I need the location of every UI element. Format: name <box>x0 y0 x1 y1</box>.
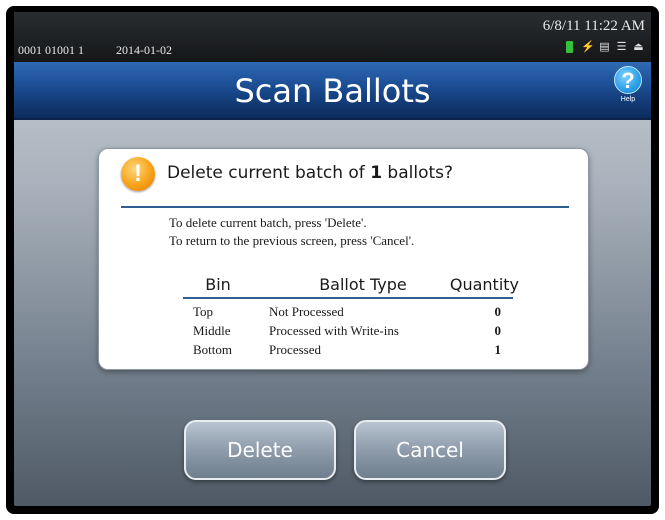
cell-quantity: 0 <box>494 323 502 338</box>
screen: 0001 01001 1 2014-01-02 6/8/11 11:22 AM … <box>14 12 651 506</box>
header-ballot-type: Ballot Type <box>319 275 407 294</box>
network-icon: ☰ <box>616 41 627 53</box>
dialog-title-count: 1 <box>370 163 383 183</box>
header-quantity: Quantity <box>449 275 519 294</box>
battery-icon <box>566 41 573 53</box>
document-icon: ▤ <box>599 41 610 53</box>
help-button[interactable]: ? Help <box>613 66 643 116</box>
table-header-divider <box>183 297 513 299</box>
cell-bin: Bottom <box>193 342 233 357</box>
help-icon[interactable]: ? <box>614 66 642 94</box>
lock-icon: ⏏ <box>633 41 644 53</box>
help-label: Help <box>620 96 636 103</box>
machine-id: 0001 01001 1 <box>18 43 84 57</box>
status-icons: ⚡ ▤ ☰ ⏏ <box>566 41 645 54</box>
title-bar: Scan Ballots ? Help <box>14 62 651 120</box>
device-frame: 0001 01001 1 2014-01-02 6/8/11 11:22 AM … <box>6 6 659 514</box>
cell-ballot-type: Processed <box>269 342 321 357</box>
cancel-button[interactable]: Cancel <box>354 420 506 480</box>
table-row: Middle Processed with Write-ins 0 <box>183 323 513 341</box>
instruction-cancel: To return to the previous screen, press … <box>169 233 415 248</box>
page-title: Scan Ballots <box>234 72 431 110</box>
table-row: Bottom Processed 1 <box>183 342 513 360</box>
header-bin: Bin <box>205 275 231 294</box>
election-date: 2014-01-02 <box>116 43 172 57</box>
warning-icon: ! <box>121 157 155 191</box>
dialog-title: Delete current batch of 1 ballots? <box>167 163 453 183</box>
dialog-divider <box>121 206 569 208</box>
plug-icon: ⚡ <box>581 41 595 53</box>
dialog-title-suffix: ballots? <box>382 163 454 183</box>
cell-bin: Middle <box>193 323 231 338</box>
status-bar: 0001 01001 1 2014-01-02 6/8/11 11:22 AM … <box>14 12 651 62</box>
cell-quantity: 0 <box>494 304 502 319</box>
delete-batch-dialog: ! Delete current batch of 1 ballots? To … <box>98 148 589 370</box>
dialog-title-prefix: Delete current batch of <box>167 163 371 183</box>
cell-bin: Top <box>193 304 214 319</box>
clock: 6/8/11 11:22 AM <box>542 18 645 34</box>
cell-ballot-type: Not Processed <box>269 304 344 319</box>
cell-ballot-type: Processed with Write-ins <box>269 323 399 338</box>
delete-button[interactable]: Delete <box>184 420 336 480</box>
instruction-delete: To delete current batch, press 'Delete'. <box>169 215 367 230</box>
table-row: Top Not Processed 0 <box>183 304 513 322</box>
cell-quantity: 1 <box>494 342 502 357</box>
